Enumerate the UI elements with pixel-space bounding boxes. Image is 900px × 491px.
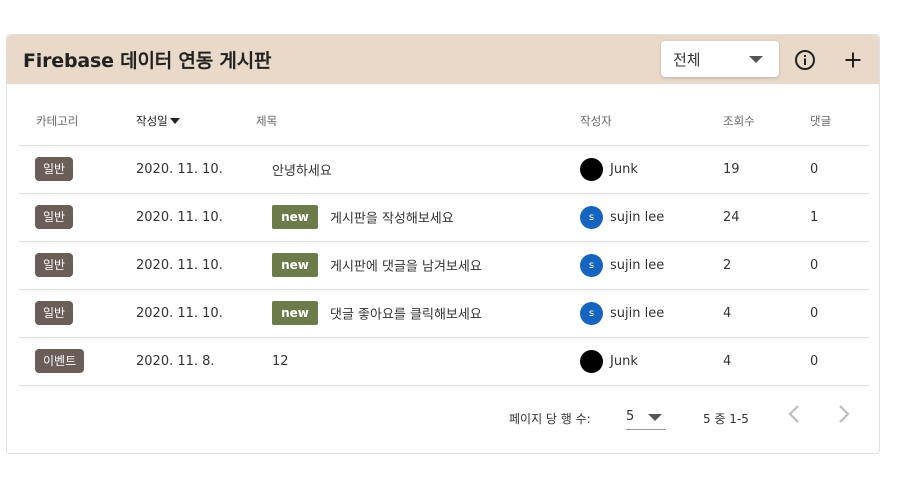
date-cell: 2020. 11. 10. <box>136 241 256 290</box>
category-chip: 일반 <box>35 205 74 229</box>
author-cell: s sujin lee <box>580 289 723 338</box>
post-title[interactable]: 댓글 좋아요를 클릭해보세요 <box>330 308 482 323</box>
comments-cell: 0 <box>810 337 869 386</box>
views-cell: 24 <box>723 193 810 242</box>
table-row[interactable]: 일반 2020. 11. 10. 안녕하세요 Junk 19 0 <box>19 145 869 194</box>
post-title[interactable]: 안녕하세요 <box>272 164 332 179</box>
header-title[interactable]: 제목 <box>256 97 580 146</box>
new-badge: new <box>272 205 318 229</box>
author-name: sujin lee <box>610 305 665 321</box>
post-title[interactable]: 게시판을 작성해보세요 <box>330 212 454 227</box>
comments-cell: 0 <box>810 145 869 194</box>
category-filter-select[interactable]: 전체 <box>661 41 779 77</box>
avatar: s <box>580 205 603 229</box>
category-cell: 일반 <box>19 241 136 290</box>
chevron-left-icon[interactable] <box>783 402 807 426</box>
comments-cell: 0 <box>810 289 869 338</box>
board-card: Firebase 데이터 연동 게시판 전체 카테고리 작성일 제목 작성자 조… <box>6 34 880 454</box>
category-filter-value: 전체 <box>673 50 701 69</box>
category-cell: 일반 <box>19 289 136 338</box>
comments-cell: 1 <box>810 193 869 242</box>
category-cell: 일반 <box>19 145 136 194</box>
title-cell[interactable]: new 댓글 좋아요를 클릭해보세요 <box>256 289 580 338</box>
author-name: Junk <box>610 161 638 177</box>
chevron-right-icon[interactable] <box>831 402 855 426</box>
header-date-label: 작성일 <box>136 113 168 128</box>
title-cell[interactable]: 12 <box>256 337 580 386</box>
rows-per-page-label: 페이지 당 행 수: <box>509 412 591 426</box>
date-cell: 2020. 11. 10. <box>136 289 256 338</box>
table-row[interactable]: 이벤트 2020. 11. 8. 12 Junk 4 0 <box>19 337 869 386</box>
date-cell: 2020. 11. 10. <box>136 145 256 194</box>
avatar: s <box>580 301 603 325</box>
table-row[interactable]: 일반 2020. 11. 10. new 게시판에 댓글을 남겨보세요 s sujin l… <box>19 241 869 290</box>
date-cell: 2020. 11. 8. <box>136 337 256 386</box>
avatar: s <box>580 253 603 277</box>
author-cell: s sujin lee <box>580 241 723 290</box>
avatar <box>580 157 603 181</box>
new-badge: new <box>272 301 318 325</box>
author-name: sujin lee <box>610 209 665 225</box>
table-header-row: 카테고리 작성일 제목 작성자 조회수 댓글 <box>19 97 869 146</box>
chevron-down-icon <box>749 56 763 63</box>
title-cell[interactable]: new 게시판을 작성해보세요 <box>256 193 580 242</box>
category-chip: 일반 <box>35 157 74 181</box>
comments-cell: 0 <box>810 241 869 290</box>
table-row[interactable]: 일반 2020. 11. 10. new 게시판을 작성해보세요 s sujin lee 2… <box>19 193 869 242</box>
table-row[interactable]: 일반 2020. 11. 10. new 댓글 좋아요를 클릭해보세요 s sujin l… <box>19 289 869 338</box>
title-cell[interactable]: new 게시판에 댓글을 남겨보세요 <box>256 241 580 290</box>
header-comments[interactable]: 댓글 <box>810 97 869 146</box>
page-range: 5 중 1-5 <box>703 412 749 426</box>
author-cell: Junk <box>580 337 723 386</box>
views-cell: 19 <box>723 145 810 194</box>
category-cell: 이벤트 <box>19 337 136 386</box>
sort-desc-icon <box>169 118 180 125</box>
header-date[interactable]: 작성일 <box>136 97 256 146</box>
info-icon[interactable] <box>793 48 817 72</box>
author-name: sujin lee <box>610 257 665 273</box>
avatar <box>580 349 603 373</box>
board-title: Firebase 데이터 연동 게시판 <box>23 50 272 72</box>
pagination: 페이지 당 행 수: 5 5 중 1-5 <box>7 397 881 437</box>
new-badge: new <box>272 253 318 277</box>
date-cell: 2020. 11. 10. <box>136 193 256 242</box>
category-chip: 일반 <box>35 301 74 325</box>
plus-icon[interactable] <box>841 48 865 72</box>
post-title[interactable]: 게시판에 댓글을 남겨보세요 <box>330 260 482 275</box>
posts-table: 카테고리 작성일 제목 작성자 조회수 댓글 일반 2020. 11. 10. 안녕… <box>19 97 869 386</box>
author-name: Junk <box>610 353 638 369</box>
header-views[interactable]: 조회수 <box>723 97 810 146</box>
rows-per-page-select[interactable]: 5 <box>626 403 666 430</box>
post-title[interactable]: 12 <box>272 354 289 369</box>
views-cell: 4 <box>723 289 810 338</box>
rows-per-page-value: 5 <box>626 409 635 424</box>
author-cell: Junk <box>580 145 723 194</box>
header-category[interactable]: 카테고리 <box>19 97 136 146</box>
board-toolbar: Firebase 데이터 연동 게시판 전체 <box>7 35 879 84</box>
category-chip: 일반 <box>35 253 74 277</box>
category-chip: 이벤트 <box>35 349 85 373</box>
views-cell: 4 <box>723 337 810 386</box>
header-author[interactable]: 작성자 <box>580 97 723 146</box>
category-cell: 일반 <box>19 193 136 242</box>
author-cell: s sujin lee <box>580 193 723 242</box>
title-cell[interactable]: 안녕하세요 <box>256 145 580 194</box>
chevron-down-icon <box>648 414 662 421</box>
views-cell: 2 <box>723 241 810 290</box>
